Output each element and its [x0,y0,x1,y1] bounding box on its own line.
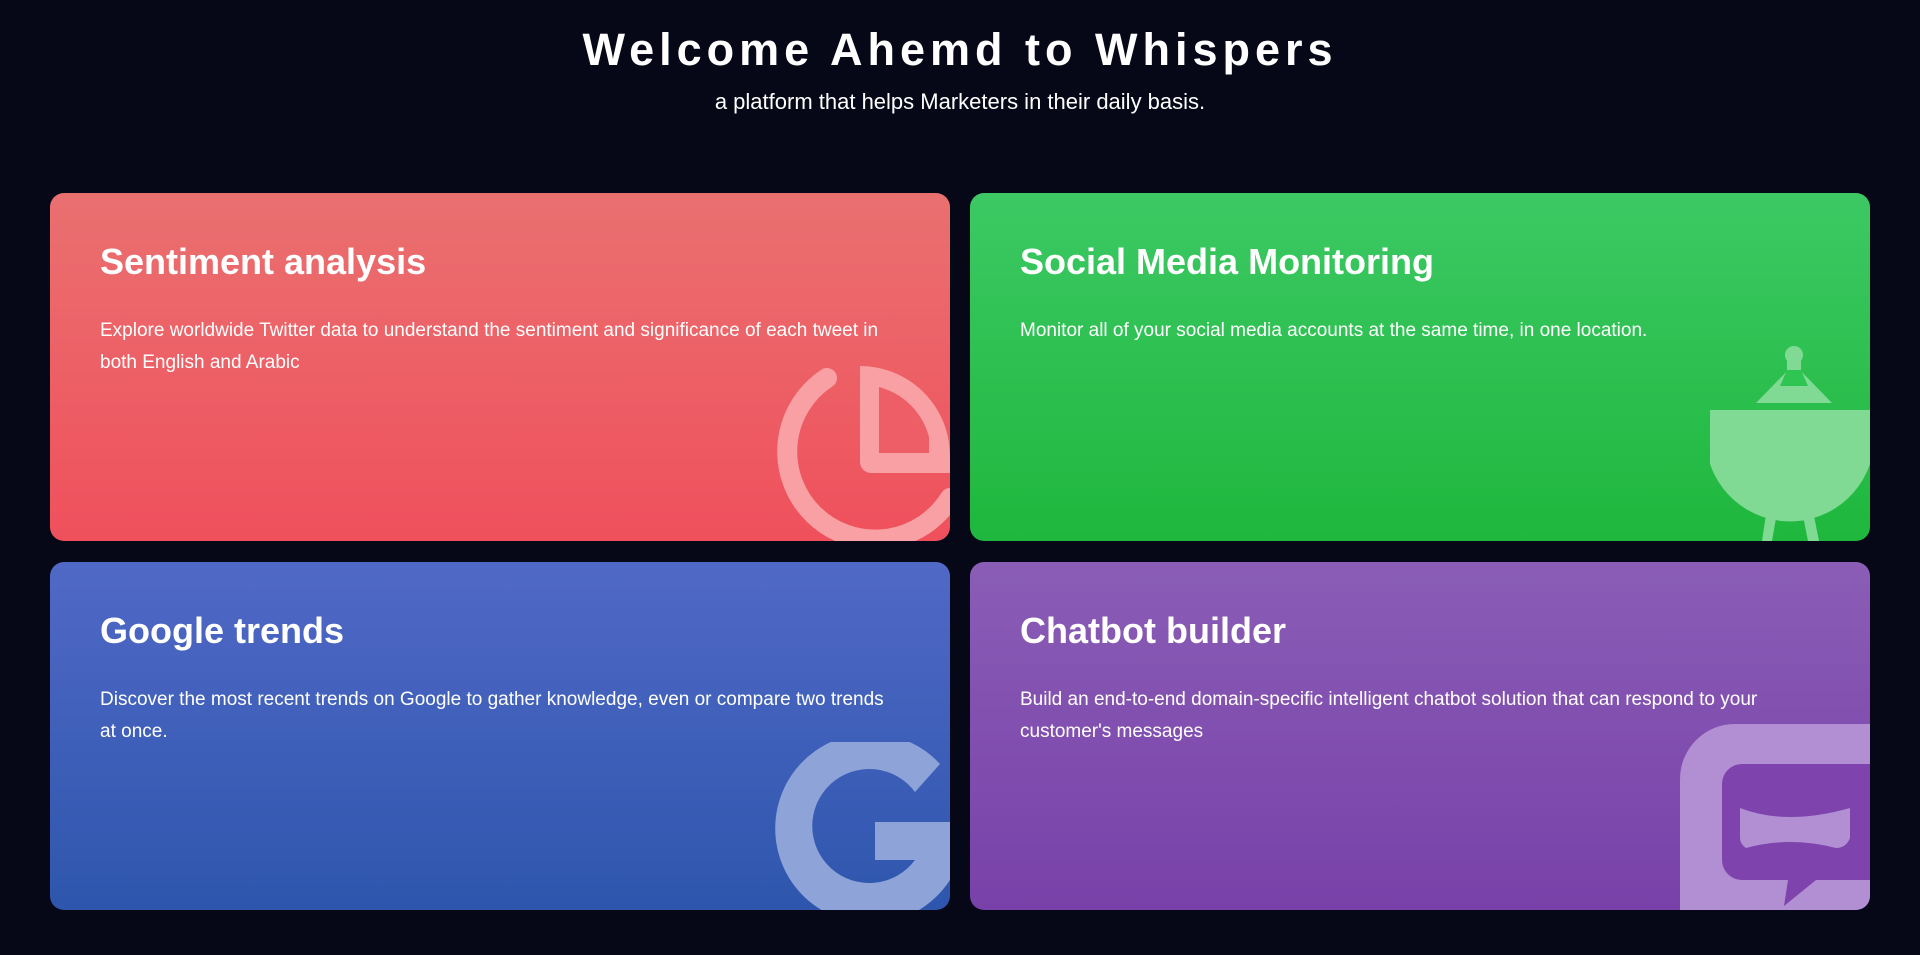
card-title: Chatbot builder [1020,610,1286,651]
card-title: Google trends [100,610,345,651]
satellite-dish-icon [1710,346,1870,541]
page-title: Welcome Ahemd to Whispers [582,24,1338,75]
card-google-trends[interactable]: Google trends Discover the most recent t… [50,562,950,910]
page-subtitle: a platform that helps Marketers in their… [714,89,1206,114]
card-description: Monitor all of your social media account… [1020,320,1648,341]
google-g-icon [775,742,950,910]
card-description: Discover the most recent trends on Googl… [100,689,884,742]
card-chatbot-builder[interactable]: Chatbot builder Build an end-to-end doma… [970,562,1870,910]
chatbot-icon [1680,724,1870,910]
pie-chart-icon [777,366,950,541]
card-sentiment-analysis[interactable]: Sentiment analysis Explore worldwide Twi… [50,193,950,541]
card-social-media-monitoring[interactable]: Social Media Monitoring Monitor all of y… [970,193,1870,541]
card-title: Social Media Monitoring [1020,241,1435,282]
card-title: Sentiment analysis [100,241,427,282]
feature-grid: Sentiment analysis Explore worldwide Twi… [50,193,1870,910]
